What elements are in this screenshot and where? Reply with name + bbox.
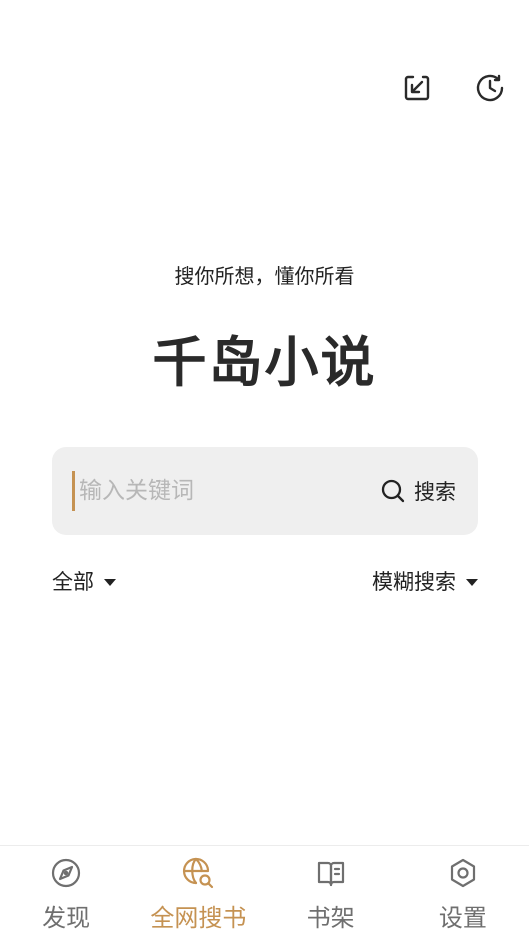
search-button[interactable]: 搜索 [380, 475, 456, 507]
bottom-nav: 发现 全网搜书 书架 设置 [0, 845, 529, 942]
import-button[interactable] [401, 72, 433, 104]
search-input[interactable] [72, 471, 359, 511]
search-mode-label: 模糊搜索 [372, 570, 456, 594]
scope-dropdown-label: 全部 [52, 570, 94, 594]
scope-dropdown[interactable]: 全部 [52, 566, 116, 596]
search-page: 搜你所想，懂你所看 千岛小说 搜索 全部 模糊搜索 [0, 0, 529, 942]
history-icon [476, 74, 504, 102]
book-icon [317, 861, 344, 887]
caret-down-icon [466, 578, 478, 586]
nav-item-bookshelf[interactable]: 书架 [265, 846, 397, 942]
search-button-label: 搜索 [414, 480, 456, 504]
nav-item-settings[interactable]: 设置 [397, 846, 529, 942]
nav-label-discover: 发现 [42, 904, 91, 932]
tagline: 搜你所想，懂你所看 [174, 264, 355, 288]
nav-label-settings: 设置 [438, 904, 487, 932]
app-title: 千岛小说 [152, 331, 377, 394]
compass-icon [52, 858, 81, 888]
nav-label-bookshelf: 书架 [306, 904, 355, 932]
globe-search-icon [183, 857, 214, 889]
gear-icon [450, 858, 475, 888]
search-mode-dropdown[interactable]: 模糊搜索 [372, 566, 478, 596]
caret-down-icon [104, 578, 116, 586]
nav-item-global-search[interactable]: 全网搜书 [132, 846, 264, 942]
search-box: 搜索 [52, 447, 478, 535]
nav-label-global-search: 全网搜书 [150, 904, 247, 932]
import-icon [404, 75, 430, 101]
search-icon [381, 479, 405, 503]
history-button[interactable] [474, 72, 506, 104]
nav-item-discover[interactable]: 发现 [0, 846, 132, 942]
